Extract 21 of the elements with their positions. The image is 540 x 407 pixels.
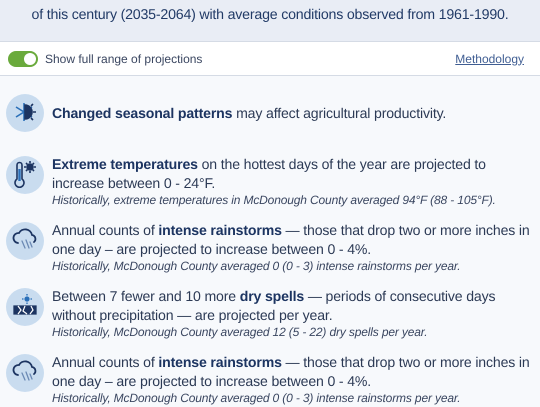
history-note: Historically, McDonough County averaged 0 (0 - 3) intense rainstorms per year.	[52, 258, 462, 275]
toggle-switch[interactable]	[8, 50, 38, 66]
icon-background	[6, 156, 44, 194]
rain-cloud-icon	[12, 228, 36, 249]
icon-background	[6, 354, 44, 392]
impact-text: Annual counts of intense rainstorms — those that drop two or more inches in one day – are projected to increase between 0 - 4%.	[52, 353, 531, 390]
impact-text: Extreme temperatures on the hottest days of the year are projected to increase between 0 - 24°F.	[52, 155, 487, 192]
impact-text: Changed seasonal patterns may affect agricultural productivity.	[52, 104, 446, 122]
impact-text: Between 7 fewer and 10 more dry spells — periods of consecutive days without precipitation — are projected per year.	[52, 287, 496, 324]
intro-text: of this century (2035-2064) with average conditions observed from 1961-1990.	[32, 7, 508, 25]
impact-text: Annual counts of intense rainstorms — those that drop two or more inches in one day – are projected to increase between 0 - 4%.	[52, 221, 531, 258]
history-note: Historically, McDonough County averaged 0 (0 - 3) intense rainstorms per year.	[52, 390, 462, 407]
thermometer-sun-icon	[14, 160, 37, 188]
history-note: Historically, extreme temperatures in McDonough County averaged 94°F (88 - 105°F).	[52, 192, 497, 209]
icon-background	[6, 222, 44, 260]
icon-background	[6, 94, 44, 132]
dry-ground-icon	[13, 293, 37, 315]
toggle-label: Show full range of projections	[45, 52, 202, 66]
methodology-link[interactable]: Methodology	[455, 52, 524, 66]
history-note: Historically, McDonough County averaged 12 (5 - 22) dry spells per year.	[52, 324, 428, 341]
rain-cloud-icon	[12, 360, 36, 381]
